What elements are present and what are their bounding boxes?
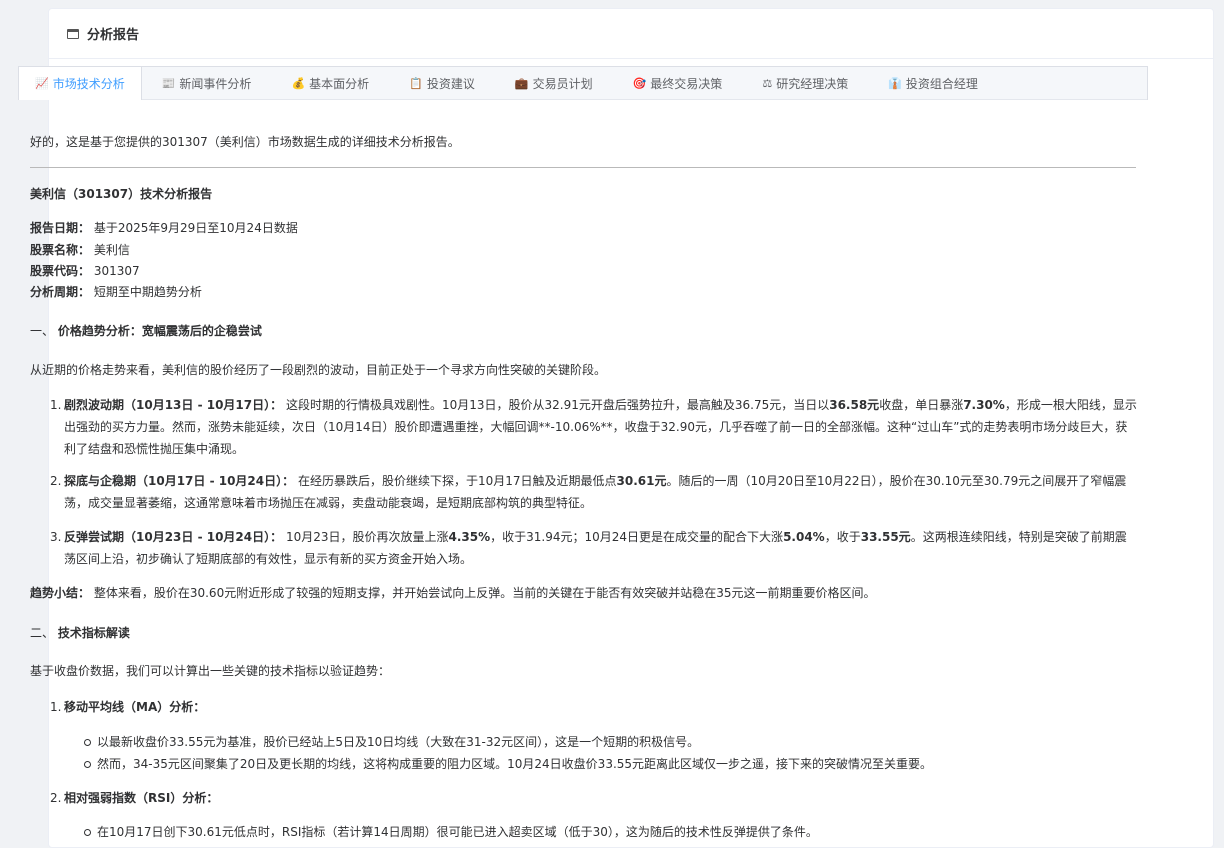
item-text: ，收于: [824, 530, 861, 544]
meta-label: 股票名称：: [30, 243, 91, 257]
meta-value: 美利信: [93, 243, 130, 257]
item-title: 移动平均线（MA）分析：: [64, 700, 206, 714]
tab-label: 交易员计划: [532, 76, 593, 91]
scale-icon: ⚖: [762, 76, 773, 90]
item-strong: 36.58元: [829, 398, 880, 412]
briefcase-icon: 💼: [514, 76, 529, 90]
list-item: 然而，34-35元区间聚集了20日及更长期的均线，这将构成重要的阻力区域。10月…: [30, 753, 932, 775]
chart-icon: 📈: [35, 77, 49, 90]
tab-research-manager[interactable]: ⚖ 研究经理决策: [746, 67, 868, 99]
trend-list: 2. 探底与企稳期（10月17日 - 10月24日）： 在经历暴跌后，股价继续下探…: [30, 470, 1138, 514]
tab-market-technical[interactable]: 📈 市场技术分析: [19, 67, 142, 100]
item-number: 2.: [50, 791, 62, 805]
meta-label: 股票代码：: [30, 264, 91, 278]
report-intro: 好的，这是基于您提供的301307（美利信）市场数据生成的详细技术分析报告。: [30, 135, 460, 149]
card-header: 分析报告: [49, 9, 1213, 59]
list-item: 以最新收盘价33.55元为基准，股价已经站上5日及10日均线（大致在31-32元…: [30, 731, 932, 753]
trend-list: 3. 反弹尝试期（10月23日 - 10月24日）： 10月23日，股价再次放量上…: [30, 526, 1138, 570]
item-strong: 4.35%: [448, 530, 491, 544]
section2-heading: 二、 技术指标解读: [30, 622, 130, 644]
list-item: 2. 相对强弱指数（RSI）分析：: [30, 787, 1138, 809]
meta-date: 报告日期： 基于2025年9月29日至10月24日数据: [30, 217, 298, 239]
tab-portfolio-manager[interactable]: 👔 投资组合经理: [872, 67, 998, 99]
list-item: 1. 移动平均线（MA）分析：: [30, 696, 1138, 718]
money-bag-icon: 💰: [291, 76, 306, 90]
tab-news-events[interactable]: 📰 新闻事件分析: [146, 67, 272, 99]
report-tabs: 📈 市场技术分析 📰 新闻事件分析 💰 基本面分析 📋 投资建议 💼 交易员计划…: [18, 66, 1148, 100]
item-title: 相对强弱指数（RSI）分析：: [64, 791, 219, 805]
tab-trader-plan[interactable]: 💼 交易员计划: [499, 67, 613, 99]
meta-label: 报告日期：: [30, 221, 91, 235]
item-number: 2.: [50, 474, 62, 488]
heading-text: 价格趋势分析：宽幅震荡后的企稳尝试: [57, 324, 262, 338]
item-strong: 5.04%: [783, 530, 825, 544]
item-strong: 30.61元: [616, 474, 667, 488]
ma-bullets: 以最新收盘价33.55元为基准，股价已经站上5日及10日均线（大致在31-32元…: [30, 731, 932, 775]
manager-icon: 👔: [888, 76, 902, 90]
item-text: 在经历暴跌后，股价继续下探，于10月17日触及近期最低点: [297, 474, 617, 488]
newspaper-icon: 📰: [161, 76, 176, 90]
item-title: 探底与企稳期（10月17日 - 10月24日）：: [64, 474, 295, 488]
item-strong: 33.55元: [860, 530, 911, 544]
item-strong: 7.30%: [963, 398, 1005, 412]
divider: [30, 167, 1136, 168]
section1-heading: 一、 价格趋势分析：宽幅震荡后的企稳尝试: [30, 320, 262, 342]
tab-final-decision[interactable]: 🎯 最终交易决策: [617, 67, 743, 99]
item-title: 反弹尝试期（10月23日 - 10月24日）：: [64, 530, 283, 544]
tab-fundamentals[interactable]: 💰 基本面分析: [275, 67, 389, 99]
tab-label: 投资组合经理: [905, 76, 978, 91]
heading-text: 技术指标解读: [57, 626, 130, 640]
item-text: 收盘，单日暴涨: [879, 398, 964, 412]
summary-text: 整体来看，股价在30.60元附近形成了较强的短期支撑，并开始尝试向上反弹。当前的…: [93, 586, 876, 600]
meta-name: 股票名称： 美利信: [30, 239, 130, 261]
heading-prefix: 二、: [30, 626, 55, 640]
summary-label: 趋势小结：: [30, 586, 91, 600]
heading-prefix: 一、: [30, 324, 55, 338]
list-item: 在10月17日创下30.61元低点时，RSI指标（若计算14日周期）很可能已进入…: [30, 821, 818, 843]
list-item: 2. 探底与企稳期（10月17日 - 10月24日）： 在经历暴跌后，股价继续下探…: [30, 470, 1138, 514]
meta-code: 股票代码： 301307: [30, 260, 140, 282]
item-title: 剧烈波动期（10月13日 - 10月17日）：: [64, 398, 283, 412]
indicator-list: 2. 相对强弱指数（RSI）分析：: [30, 787, 1138, 809]
section2-lead: 基于收盘价数据，我们可以计算出一些关键的技术指标以验证趋势：: [30, 664, 391, 678]
item-number: 1.: [50, 398, 62, 412]
item-text: 10月23日，股价再次放量上涨: [285, 530, 449, 544]
item-text: ，收于31.94元；10月24日更是在成交量的配合下大涨: [490, 530, 784, 544]
item-number: 1.: [50, 700, 62, 714]
tab-label: 最终交易决策: [650, 76, 723, 91]
tab-label: 新闻事件分析: [179, 76, 252, 91]
meta-value: 基于2025年9月29日至10月24日数据: [93, 221, 298, 235]
item-text: 这段时期的行情极具戏剧性。10月13日，股价从32.91元开盘后强势拉升，最高触…: [285, 398, 830, 412]
section1-lead: 从近期的价格走势来看，美利信的股价经历了一段剧烈的波动，目前正处于一个寻求方向性…: [30, 363, 607, 377]
folder-icon: [67, 28, 79, 39]
meta-value: 短期至中期趋势分析: [93, 285, 202, 299]
tab-label: 市场技术分析: [52, 77, 125, 91]
trend-list: 1. 剧烈波动期（10月13日 - 10月17日）： 这段时期的行情极具戏剧性。1…: [30, 394, 1138, 460]
report-title: 美利信（301307）技术分析报告: [30, 187, 213, 201]
item-number: 3.: [50, 530, 62, 544]
list-item: 3. 反弹尝试期（10月23日 - 10月24日）： 10月23日，股价再次放量上…: [30, 526, 1138, 570]
card-title: 分析报告: [87, 28, 140, 43]
meta-value: 301307: [93, 264, 140, 278]
tab-label: 基本面分析: [309, 76, 370, 91]
indicator-list: 1. 移动平均线（MA）分析：: [30, 696, 1138, 718]
tab-bar: 📈 市场技术分析 📰 新闻事件分析 💰 基本面分析 📋 投资建议 💼 交易员计划…: [19, 67, 1147, 100]
meta-period: 分析周期： 短期至中期趋势分析: [30, 281, 202, 303]
tab-label: 投资建议: [426, 76, 475, 91]
list-item: 1. 剧烈波动期（10月13日 - 10月17日）： 这段时期的行情极具戏剧性。1…: [30, 394, 1138, 460]
tab-investment-advice[interactable]: 📋 投资建议: [393, 67, 495, 99]
clipboard-icon: 📋: [409, 76, 423, 90]
rsi-bullets: 在10月17日创下30.61元低点时，RSI指标（若计算14日周期）很可能已进入…: [30, 821, 818, 843]
target-icon: 🎯: [632, 76, 647, 90]
trend-summary: 趋势小结： 整体来看，股价在30.60元附近形成了较强的短期支撑，并开始尝试向上…: [30, 582, 1138, 604]
meta-label: 分析周期：: [30, 285, 91, 299]
tab-label: 研究经理决策: [776, 76, 849, 91]
